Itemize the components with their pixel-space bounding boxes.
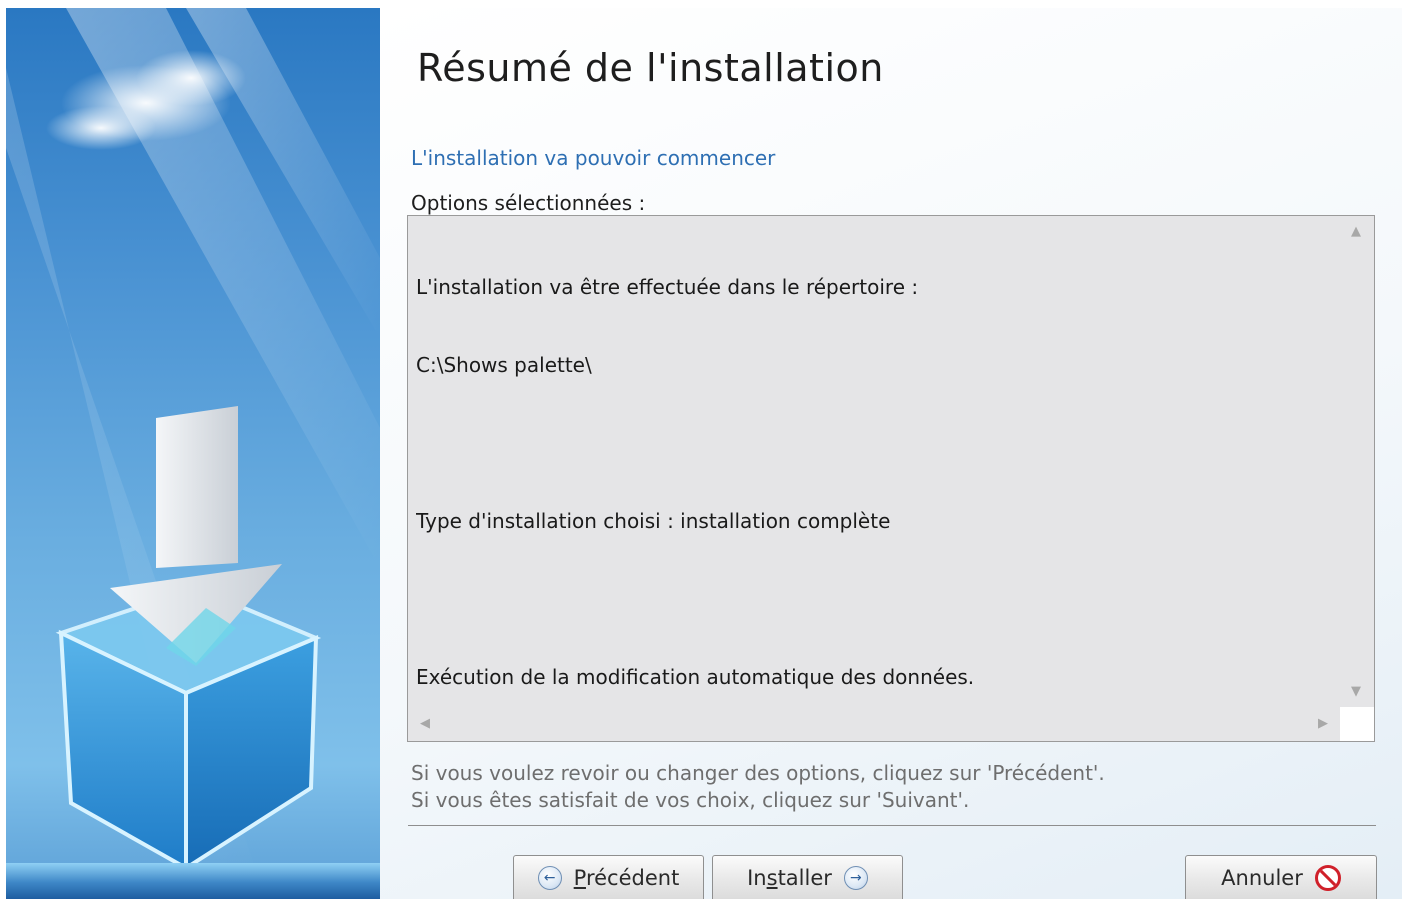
cancel-button[interactable]: Annuler	[1185, 855, 1377, 899]
summary-line: L'installation va être effectuée dans le…	[416, 275, 919, 299]
install-button-label: Installer	[747, 865, 832, 890]
arrow-left-circle-icon: ←	[537, 865, 562, 890]
footer-separator	[408, 825, 1376, 826]
options-label: Options sélectionnées :	[411, 191, 646, 215]
scrollbar-corner	[1340, 707, 1374, 741]
summary-line: Type d'installation choisi : installatio…	[416, 509, 891, 533]
options-summary-text: L'installation va être effectuée dans le…	[416, 222, 1336, 709]
page-title: Résumé de l'installation	[417, 46, 884, 90]
summary-line	[416, 586, 1336, 612]
scroll-down-icon[interactable]: ▼	[1351, 684, 1361, 699]
summary-line	[416, 430, 1336, 456]
install-button[interactable]: Installer →	[712, 855, 903, 899]
horizontal-scrollbar[interactable]: ◀ ▶	[408, 707, 1340, 741]
install-box-arrow-illustration	[6, 8, 380, 899]
scroll-right-icon[interactable]: ▶	[1318, 716, 1328, 731]
previous-button-label: Précédent	[573, 865, 680, 890]
cancel-prohibited-icon	[1314, 864, 1341, 891]
previous-button[interactable]: ← Précédent	[513, 855, 704, 899]
page-subtitle: L'installation va pouvoir commencer	[411, 146, 776, 170]
options-summary-textbox[interactable]: L'installation va être effectuée dans le…	[407, 215, 1375, 742]
navigation-hint: Si vous voulez revoir ou changer des opt…	[411, 760, 1105, 814]
hint-line-2: Si vous êtes satisfait de vos choix, cli…	[411, 788, 970, 812]
scroll-up-icon[interactable]: ▲	[1351, 224, 1361, 239]
arrow-right-circle-icon: →	[843, 865, 868, 890]
scroll-left-icon[interactable]: ◀	[420, 716, 430, 731]
ground-strip	[6, 863, 380, 899]
summary-line: Exécution de la modification automatique…	[416, 665, 975, 689]
vertical-scrollbar[interactable]: ▲ ▼	[1340, 216, 1374, 707]
summary-line: C:\Shows palette\	[416, 353, 592, 377]
hint-line-1: Si vous voulez revoir ou changer des opt…	[411, 761, 1105, 785]
side-illustration-panel	[6, 8, 380, 899]
cancel-button-label: Annuler	[1221, 865, 1303, 890]
